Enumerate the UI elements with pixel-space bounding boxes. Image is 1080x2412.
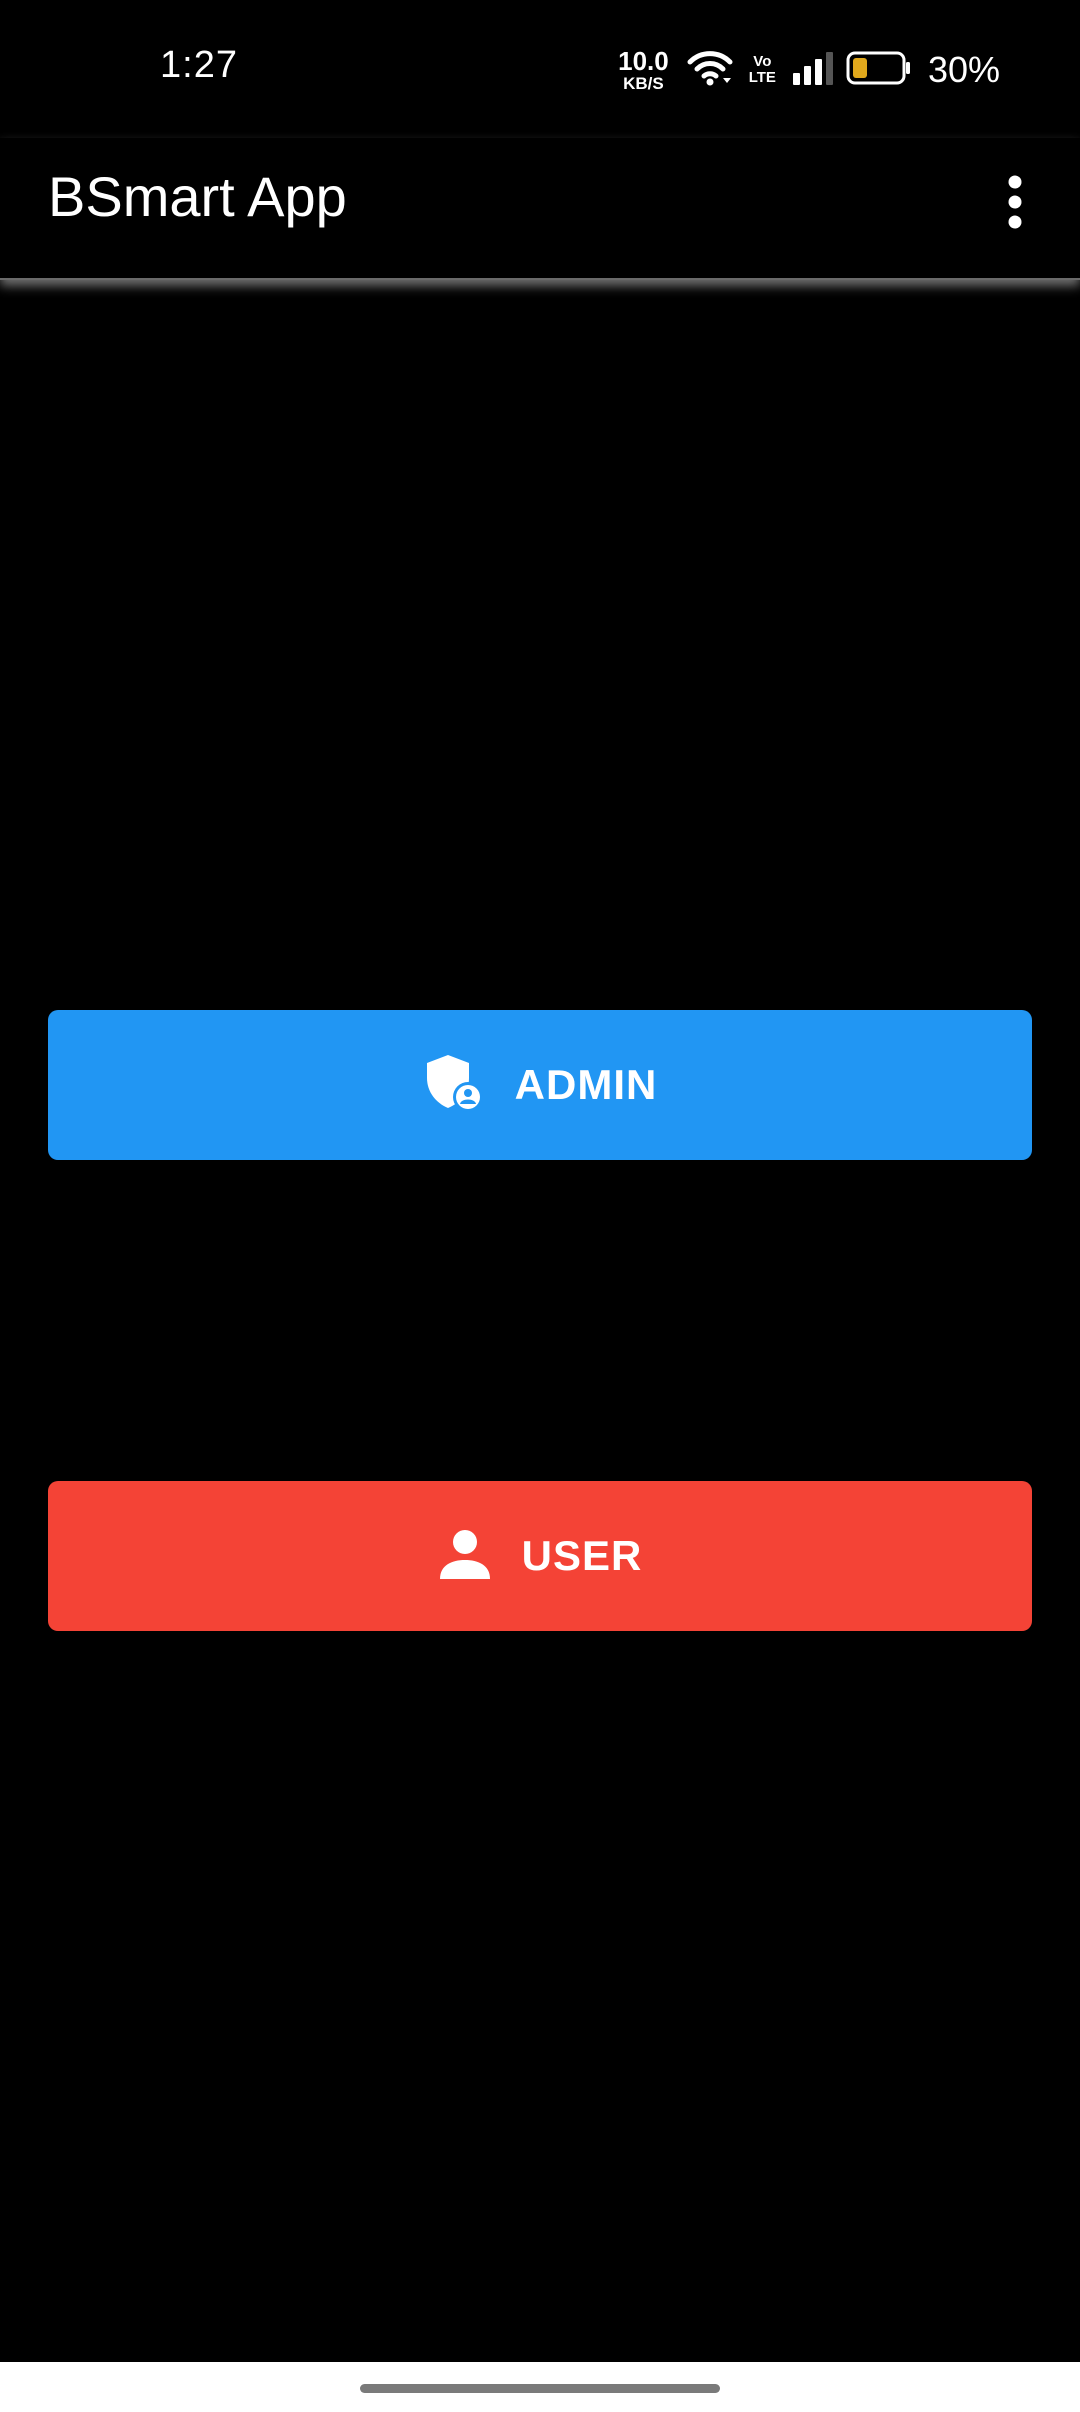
- app-bar: BSmart App: [0, 138, 1080, 280]
- status-time: 1:27: [160, 44, 238, 86]
- battery-percent: 30%: [927, 49, 1000, 90]
- signal-icon: [792, 51, 834, 90]
- volte-indicator: Vo LTE: [749, 54, 776, 86]
- volte-bottom: LTE: [748, 69, 776, 86]
- home-gesture-handle[interactable]: [360, 2384, 720, 2393]
- user-button[interactable]: USER: [48, 1481, 1032, 1631]
- person-icon: [438, 1527, 492, 1586]
- network-speed-value: 10.0: [618, 46, 669, 76]
- volte-top: Vo: [753, 53, 772, 71]
- app-title: BSmart App: [48, 165, 347, 228]
- battery-icon: [846, 51, 912, 90]
- user-button-label: USER: [521, 1532, 643, 1579]
- overflow-menu-button[interactable]: [980, 164, 1050, 244]
- admin-button-label: ADMIN: [514, 1061, 658, 1108]
- more-vert-icon: [1005, 174, 1025, 235]
- admin-button[interactable]: ADMIN: [48, 1010, 1032, 1160]
- status-bar: 1:27 10.0 KB/S Vo LTE 30%: [0, 0, 1080, 138]
- wifi-icon: [687, 48, 733, 93]
- admin-shield-icon: [423, 1052, 485, 1119]
- network-speed-unit: KB/S: [623, 74, 664, 93]
- status-icons: 10.0 KB/S Vo LTE 30%: [618, 40, 1000, 100]
- network-speed: 10.0 KB/S: [618, 48, 669, 92]
- navigation-bar: [0, 2362, 1080, 2412]
